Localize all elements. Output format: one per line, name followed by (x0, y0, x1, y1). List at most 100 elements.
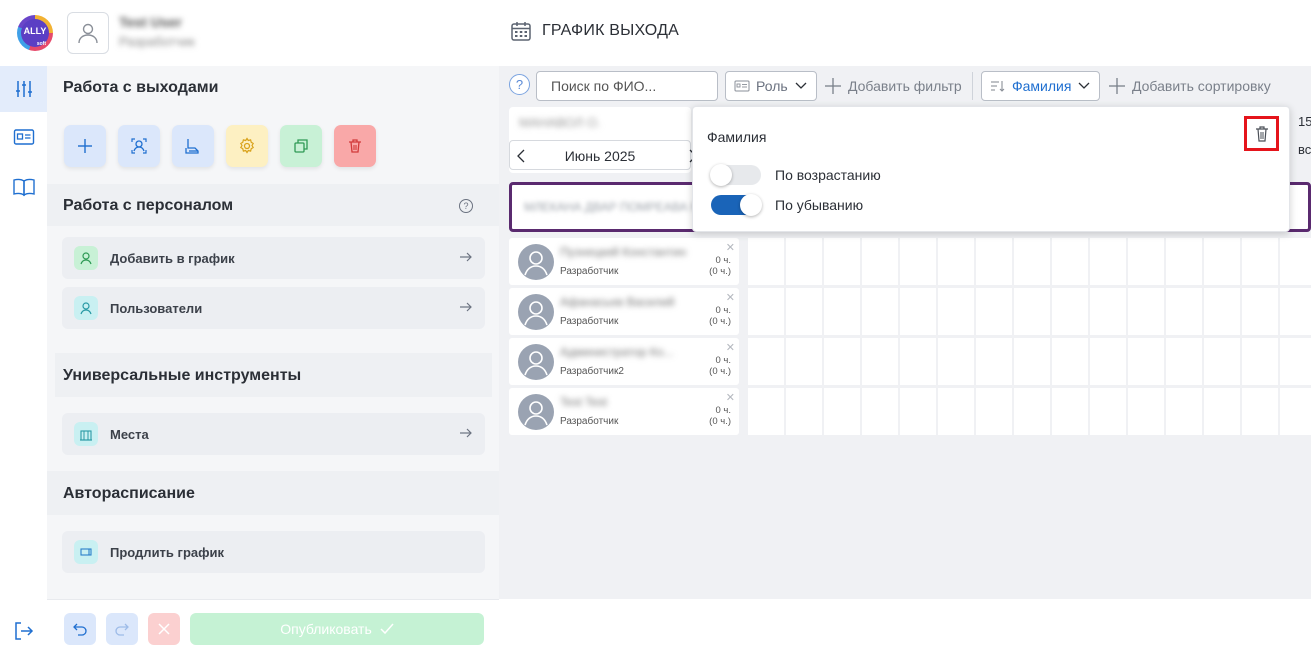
schedule-cell[interactable] (786, 238, 822, 285)
schedule-cell[interactable] (1204, 238, 1240, 285)
sort-asc-toggle[interactable] (710, 164, 761, 186)
schedule-cell[interactable] (1166, 338, 1202, 385)
schedule-cell[interactable] (1052, 338, 1088, 385)
schedule-cell[interactable] (1128, 338, 1164, 385)
schedule-cell[interactable] (786, 338, 822, 385)
schedule-cell[interactable] (900, 338, 936, 385)
schedule-cell[interactable] (1090, 288, 1126, 335)
settings-button[interactable] (226, 125, 268, 167)
schedule-cell[interactable] (786, 288, 822, 335)
search-input[interactable] (536, 71, 718, 101)
schedule-cell[interactable] (938, 388, 974, 435)
employee-row[interactable]: Test Test Разработчик ✕ 0 ч. (0 ч.) (509, 388, 739, 435)
schedule-cell[interactable] (1166, 238, 1202, 285)
schedule-cell[interactable] (1242, 388, 1278, 435)
schedule-cell[interactable] (938, 338, 974, 385)
app-logo[interactable]: ALLY soft (14, 12, 56, 54)
schedule-cell[interactable] (1242, 238, 1278, 285)
copy-button[interactable] (280, 125, 322, 167)
schedule-cell[interactable] (862, 288, 898, 335)
schedule-cell[interactable] (748, 238, 784, 285)
rail-idcard-button[interactable] (0, 114, 47, 160)
employee-row[interactable]: Пузнецкий Константин Разработчик ✕ 0 ч. (0 ч… (509, 238, 739, 285)
schedule-cell[interactable] (1052, 238, 1088, 285)
logout-button[interactable] (0, 608, 47, 654)
schedule-cell[interactable] (1204, 388, 1240, 435)
remove-employee-icon[interactable]: ✕ (726, 391, 735, 404)
sort-desc-row[interactable]: По убыванию (711, 194, 863, 216)
schedule-cell[interactable] (938, 238, 974, 285)
add-filter-button[interactable]: Добавить фильтр (824, 73, 962, 99)
remove-employee-icon[interactable]: ✕ (726, 241, 735, 254)
schedule-cell[interactable] (824, 388, 860, 435)
schedule-cell[interactable] (1014, 238, 1050, 285)
schedule-cell[interactable] (1280, 238, 1311, 285)
schedule-cell[interactable] (900, 388, 936, 435)
rail-sliders-button[interactable] (0, 66, 47, 112)
schedule-cell[interactable] (786, 388, 822, 435)
schedule-cell[interactable] (862, 238, 898, 285)
schedule-cell[interactable] (1090, 338, 1126, 385)
rail-book-button[interactable] (0, 164, 47, 210)
employee-row[interactable]: Афанасьев Василий Разработчик ✕ 0 ч. (0 ч.) (509, 288, 739, 335)
remove-employee-icon[interactable]: ✕ (726, 291, 735, 304)
schedule-cell[interactable] (1014, 388, 1050, 435)
employee-row[interactable]: Администратор Ко... Разработчик2 ✕ 0 ч. (0 ч… (509, 338, 739, 385)
schedule-cell[interactable] (748, 338, 784, 385)
role-filter[interactable]: Роль (725, 71, 817, 101)
sort-asc-row[interactable]: По возрастанию (710, 164, 881, 186)
sort-desc-toggle[interactable] (711, 194, 762, 216)
schedule-cell[interactable] (1166, 388, 1202, 435)
schedule-cell[interactable] (1204, 288, 1240, 335)
schedule-cell[interactable] (976, 338, 1012, 385)
schedule-cell[interactable] (748, 388, 784, 435)
schedule-cell[interactable] (1280, 338, 1311, 385)
schedule-template-button[interactable] (172, 125, 214, 167)
schedule-cell[interactable] (1128, 288, 1164, 335)
schedule-cell[interactable] (1242, 338, 1278, 385)
publish-button[interactable]: Опубликовать (190, 613, 484, 645)
schedule-cell[interactable] (900, 288, 936, 335)
schedule-cell[interactable] (862, 388, 898, 435)
schedule-cell[interactable] (900, 238, 936, 285)
add-sort-button[interactable]: Добавить сортировку (1108, 73, 1271, 99)
undo-button[interactable] (64, 613, 96, 645)
schedule-cell[interactable] (748, 288, 784, 335)
schedule-cell[interactable] (1014, 288, 1050, 335)
schedule-cell[interactable] (1128, 238, 1164, 285)
sort-surname-chip[interactable]: Фамилия (981, 71, 1101, 101)
schedule-cell[interactable] (976, 238, 1012, 285)
schedule-cell[interactable] (1204, 338, 1240, 385)
redo-button[interactable] (106, 613, 138, 645)
schedule-cell[interactable] (824, 338, 860, 385)
schedule-cell[interactable] (1052, 288, 1088, 335)
schedule-cell[interactable] (862, 338, 898, 385)
schedule-cell[interactable] (824, 238, 860, 285)
add-to-schedule-item[interactable]: Добавить в график (62, 237, 485, 279)
places-item[interactable]: Места (62, 413, 485, 455)
schedule-cell[interactable] (1052, 388, 1088, 435)
remove-sort-button[interactable] (1244, 116, 1279, 151)
schedule-cell[interactable] (1090, 238, 1126, 285)
discard-button[interactable] (148, 613, 180, 645)
schedule-cell[interactable] (1280, 388, 1311, 435)
schedule-cell[interactable] (976, 288, 1012, 335)
toolbar-help-icon[interactable]: ? (509, 74, 530, 95)
schedule-cell[interactable] (1242, 288, 1278, 335)
help-icon[interactable]: ? (459, 199, 473, 213)
add-exit-button[interactable] (64, 125, 106, 167)
remove-employee-icon[interactable]: ✕ (726, 341, 735, 354)
schedule-cell[interactable] (1014, 338, 1050, 385)
find-user-button[interactable] (118, 125, 160, 167)
schedule-cell[interactable] (938, 288, 974, 335)
schedule-cell[interactable] (1128, 388, 1164, 435)
schedule-cell[interactable] (1280, 288, 1311, 335)
user-avatar[interactable] (67, 12, 109, 54)
extend-schedule-item[interactable]: Продлить график (62, 531, 485, 573)
delete-button[interactable] (334, 125, 376, 167)
schedule-cell[interactable] (1166, 288, 1202, 335)
schedule-cell[interactable] (824, 288, 860, 335)
schedule-cell[interactable] (1090, 388, 1126, 435)
users-item[interactable]: Пользователи (62, 287, 485, 329)
schedule-cell[interactable] (976, 388, 1012, 435)
